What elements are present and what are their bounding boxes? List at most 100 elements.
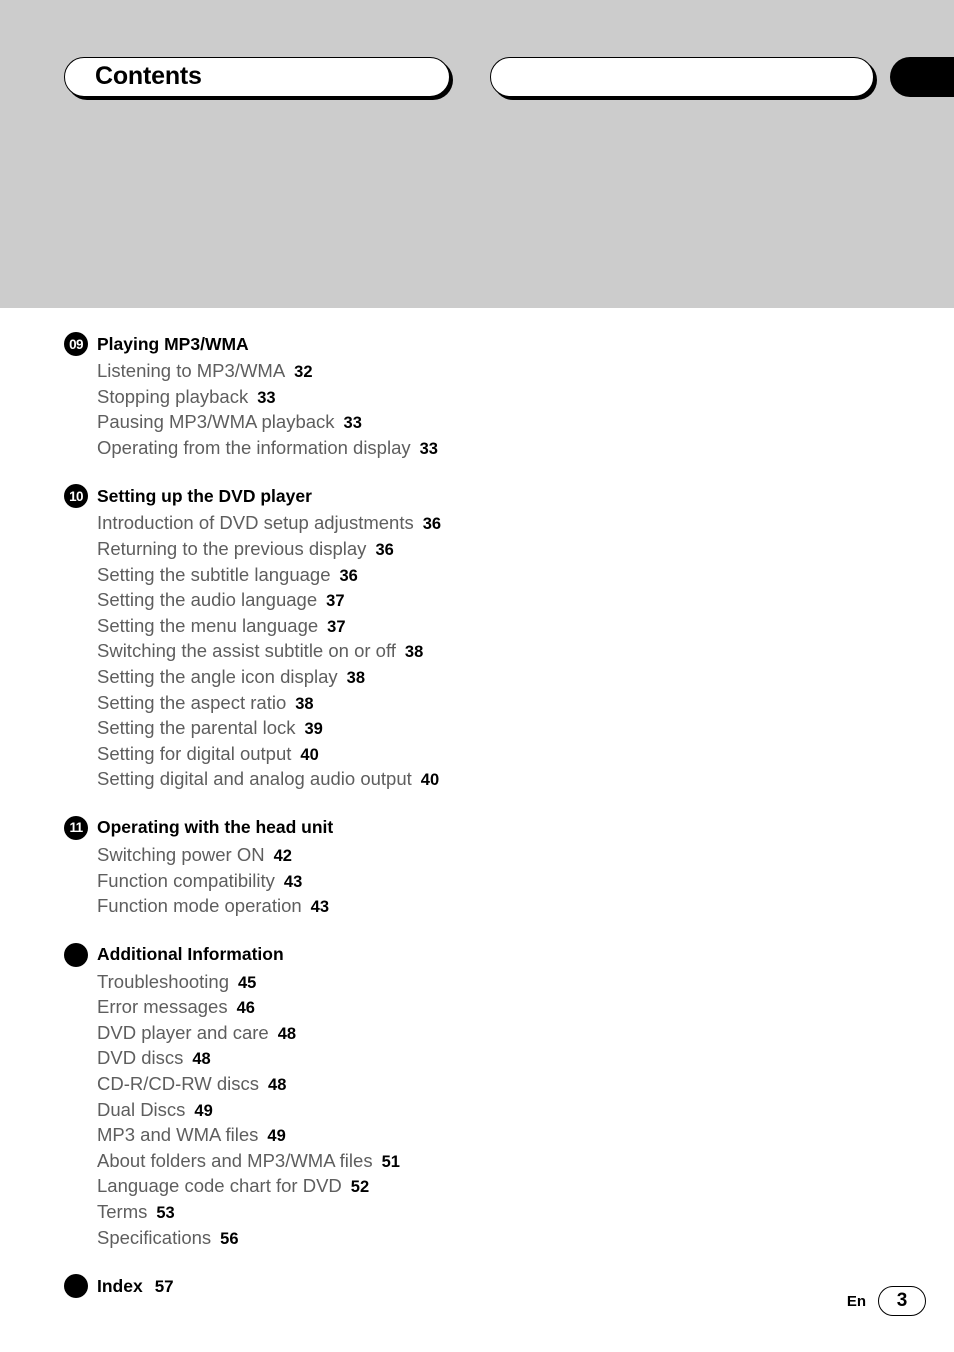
toc-entry-page-number: 33: [419, 439, 438, 458]
toc-entry-label: Function compatibility: [97, 869, 275, 891]
toc-entry[interactable]: Introduction of DVD setup adjustments 36: [97, 511, 764, 537]
toc-entry-page-number: 36: [339, 566, 358, 585]
toc-entry[interactable]: Terms 53: [97, 1200, 764, 1226]
toc-entry-label: Pausing MP3/WMA playback: [97, 411, 335, 433]
toc-entry-label: About folders and MP3/WMA files: [97, 1149, 373, 1171]
toc-entry-page-number: 33: [257, 388, 276, 407]
toc-entry-label: Stopping playback: [97, 385, 249, 407]
toc-entry-list: Switching power ON 42 Function compatibili…: [97, 843, 764, 920]
toc-entry-label: Dual Discs: [97, 1098, 186, 1120]
toc-entry-page-number: 36: [422, 515, 442, 534]
toc-entry-label: Returning to the previous display: [97, 537, 367, 559]
toc-entry[interactable]: Specifications 56: [97, 1226, 764, 1252]
toc-entry-label: DVD player and care: [97, 1021, 269, 1043]
header-gray-band: [0, 0, 954, 308]
toc-entry[interactable]: MP3 and WMA files 49: [97, 1123, 764, 1149]
toc-section-title: Setting up the DVD player: [97, 486, 312, 507]
toc-entry-label: Troubleshooting: [97, 970, 229, 992]
toc-entry-label: Terms: [97, 1201, 148, 1223]
toc-entry-list: Introduction of DVD setup adjustments 36 R…: [97, 511, 764, 793]
toc-entry-page-number: 32: [294, 363, 313, 381]
toc-section-header[interactable]: Additional Information: [64, 942, 764, 968]
toc-entry-page-number: 38: [404, 643, 424, 662]
toc-entry-page-number: 40: [420, 771, 440, 790]
toc-entry[interactable]: Language code chart for DVD 52: [97, 1174, 764, 1200]
toc-entry-label: MP3 and WMA files: [97, 1124, 259, 1146]
toc-entry-label: Setting for digital output: [97, 742, 292, 764]
toc-entry-label: Listening to MP3/WMA: [97, 360, 286, 381]
toc-entry-page-number: 52: [350, 1178, 370, 1197]
toc-entry-label: Setting the subtitle language: [97, 563, 331, 585]
page-footer: En 3: [847, 1286, 926, 1316]
toc-entry[interactable]: CD-R/CD-RW discs 48: [97, 1072, 764, 1098]
toc-entry[interactable]: Setting the angle icon display 38: [97, 665, 764, 691]
toc-entry-page-number: 49: [194, 1101, 213, 1120]
toc-entry[interactable]: Dual Discs 49: [97, 1098, 764, 1124]
toc-entry-page-number: 53: [156, 1204, 175, 1223]
toc-section-header[interactable]: 11 Operating with the head unit: [64, 815, 764, 841]
toc-section-title-text: Setting up the DVD player: [97, 485, 312, 506]
toc-entry[interactable]: Setting digital and analog audio output 4…: [97, 767, 764, 793]
toc-entry-list: Listening to MP3/WMA 32 Stopping playback 3…: [97, 359, 764, 461]
toc-entry[interactable]: Pausing MP3/WMA playback 33: [97, 410, 764, 436]
toc-entry[interactable]: Returning to the previous display 36: [97, 537, 764, 563]
toc-entry[interactable]: DVD discs 48: [97, 1046, 764, 1072]
toc-entry[interactable]: Troubleshooting 45: [97, 970, 764, 996]
toc-section-title: Index 57: [97, 1276, 174, 1297]
header-black-tab: [890, 57, 954, 97]
toc-entry-page-number: 48: [277, 1024, 297, 1043]
toc-entry-label: Setting the menu language: [97, 614, 319, 636]
section-number-badge: 09: [64, 332, 88, 356]
toc-section-header[interactable]: 09 Playing MP3/WMA: [64, 331, 764, 357]
toc-entry-label: Switching the assist subtitle on or off: [97, 640, 396, 662]
toc-entry[interactable]: Listening to MP3/WMA 32: [97, 359, 764, 385]
toc-section-header[interactable]: Index 57: [64, 1273, 764, 1299]
toc-entry-label: Function mode operation: [97, 895, 302, 917]
toc-section-title: Operating with the head unit: [97, 817, 333, 838]
toc-entry[interactable]: Function compatibility 43: [97, 869, 764, 895]
toc-entry-page-number: 38: [346, 668, 366, 687]
toc-entry-label: Switching power ON: [97, 843, 265, 865]
toc-entry-label: Setting the audio language: [97, 589, 318, 611]
page-title: Contents: [95, 61, 202, 90]
toc-entry[interactable]: Switching the assist subtitle on or off 3…: [97, 639, 764, 665]
toc-section-header[interactable]: 10 Setting up the DVD player: [64, 483, 764, 509]
toc-entry-page-number: 43: [283, 872, 303, 891]
toc-entry-page-number: 49: [267, 1127, 286, 1146]
bullet-icon: [64, 1274, 88, 1299]
toc-entry-label: Introduction of DVD setup adjustments: [97, 512, 414, 534]
toc-entry-page-number: 37: [327, 617, 346, 636]
toc-entry-page-number: 36: [375, 540, 394, 559]
toc-section-title: Playing MP3/WMA: [97, 334, 249, 355]
toc-entry[interactable]: Setting the audio language 37: [97, 588, 764, 614]
toc-entry-page-number: 48: [268, 1076, 287, 1095]
toc-entry[interactable]: Stopping playback 33: [97, 385, 764, 411]
contents-title-tab: Contents: [64, 57, 450, 97]
toc-entry-page-number: 56: [220, 1229, 239, 1248]
toc-entry-page-number: 48: [192, 1050, 211, 1069]
toc-entry[interactable]: Setting the aspect ratio 38: [97, 691, 764, 717]
toc-section-title-text: Operating with the head unit: [97, 817, 334, 838]
toc-entry[interactable]: Error messages 46: [97, 995, 764, 1021]
toc-entry[interactable]: About folders and MP3/WMA files 51: [97, 1149, 764, 1175]
toc-entry-page-number: 39: [304, 720, 323, 739]
toc-entry[interactable]: Setting the menu language 37: [97, 614, 764, 640]
toc-entry-page-number: 46: [236, 999, 255, 1018]
section-number-badge: 11: [64, 815, 88, 840]
toc-entry[interactable]: Setting the parental lock 39: [97, 716, 764, 742]
toc-entry-page-number: 40: [300, 745, 319, 764]
toc-entry[interactable]: Operating from the information display 33: [97, 436, 764, 462]
toc-section-title-text: Index: [97, 1275, 143, 1296]
toc-entry-label: Language code chart for DVD: [97, 1175, 342, 1197]
toc-entry[interactable]: Function mode operation 43: [97, 894, 764, 920]
toc-entry[interactable]: Setting for digital output 40: [97, 742, 764, 768]
toc-entry[interactable]: Switching power ON 42: [97, 843, 764, 869]
footer-page-number: 3: [878, 1286, 926, 1316]
toc-entry[interactable]: DVD player and care 48: [97, 1021, 764, 1047]
toc-entry[interactable]: Setting the subtitle language 36: [97, 563, 764, 589]
toc-section-title-text: Playing MP3/WMA: [97, 333, 249, 354]
section-number-badge: 10: [64, 484, 88, 509]
toc-section: Index 57: [64, 1273, 764, 1299]
toc-entry-label: Setting the parental lock: [97, 717, 296, 739]
toc-entry-label: Setting digital and analog audio output: [97, 768, 412, 790]
